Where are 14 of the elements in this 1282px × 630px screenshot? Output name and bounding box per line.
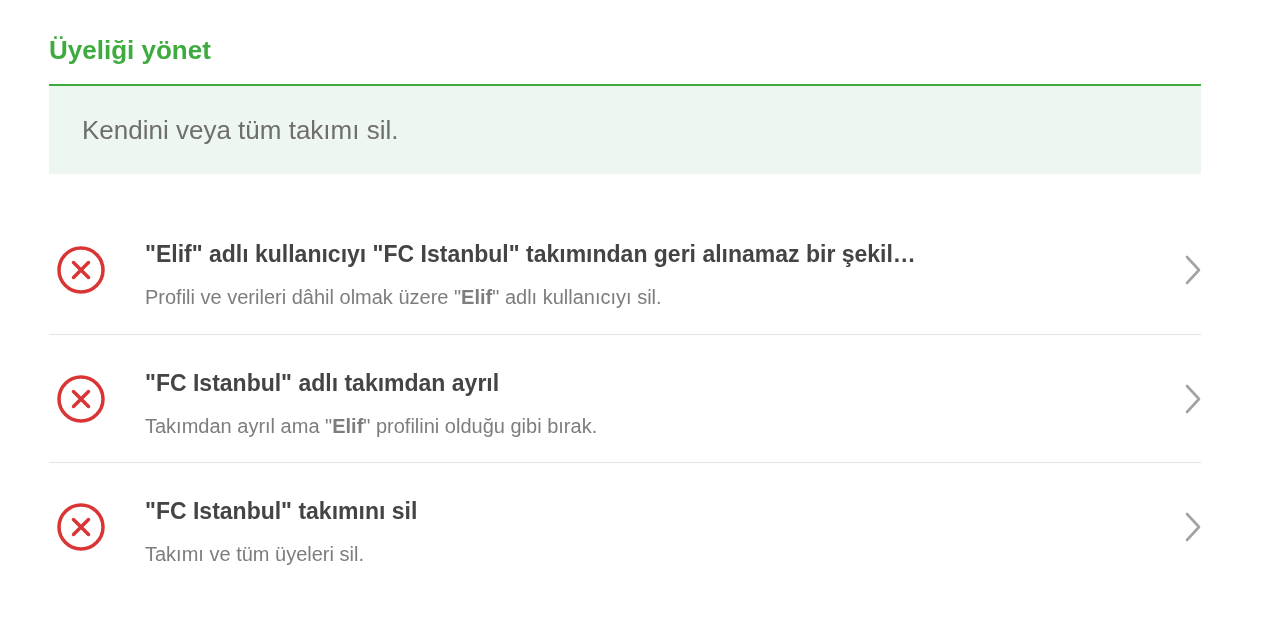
action-description: Takımı ve tüm üyeleri sil. <box>145 541 364 567</box>
info-text: Kendini veya tüm takımı sil. <box>82 114 399 147</box>
section-title: Üyeliği yönet <box>49 34 211 67</box>
chevron-right-icon[interactable] <box>1185 255 1201 285</box>
action-title[interactable]: "FC Istanbul" takımını sil <box>145 493 418 528</box>
remove-circle-icon <box>57 502 105 551</box>
remove-circle-icon <box>57 246 105 294</box>
chevron-right-icon[interactable] <box>1185 511 1201 542</box>
action-description: Profili ve verileri dâhil olmak üzere "Elif" adlı kullanıcıyı sil. <box>145 285 662 310</box>
chevron-right-icon[interactable] <box>1185 383 1201 414</box>
action-title[interactable]: "Elif" adlı kullanıcıyı "FC Istanbul" takımından geri alınamaz bir şekil… <box>145 237 916 271</box>
remove-circle-icon <box>57 374 105 423</box>
action-title[interactable]: "FC Istanbul" adlı takımdan ayrıl <box>145 365 500 400</box>
action-description: Takımdan ayrıl ama "Elif" profilini olduğu gibi bırak. <box>145 413 598 439</box>
